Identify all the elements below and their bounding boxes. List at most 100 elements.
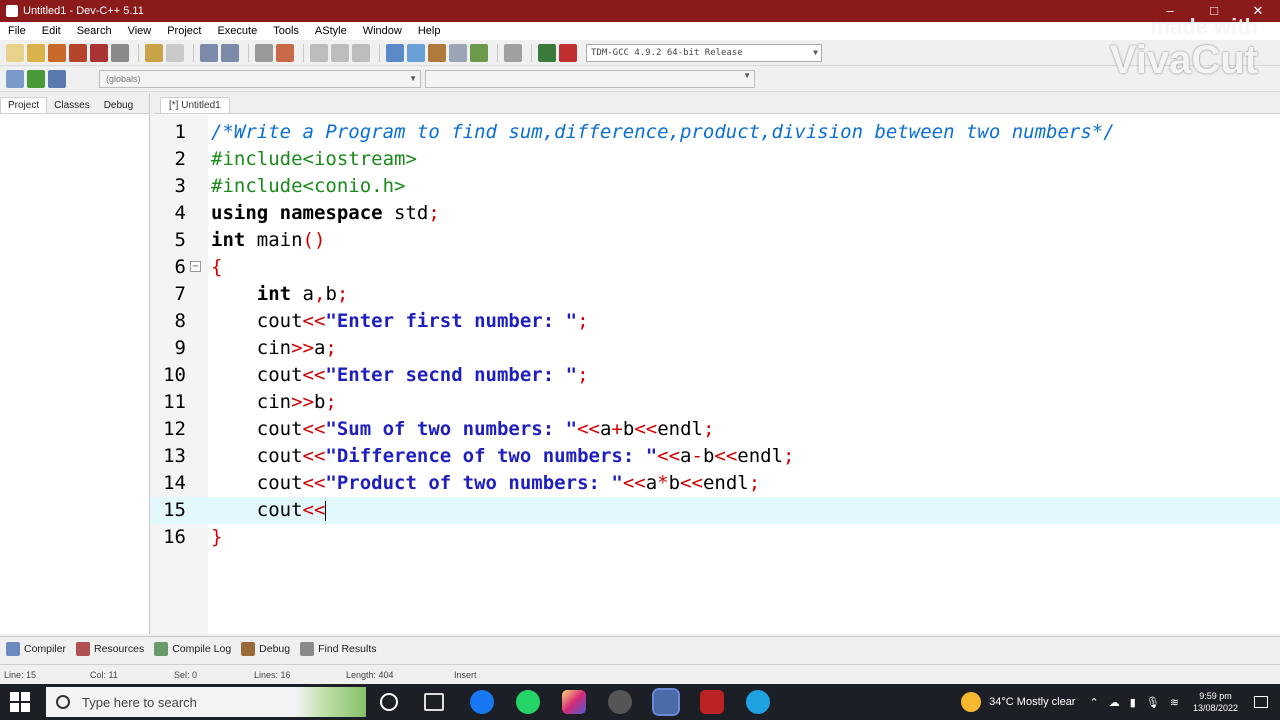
debug-icon[interactable] xyxy=(559,43,577,62)
compile-icon[interactable] xyxy=(386,43,404,62)
back-icon[interactable] xyxy=(310,43,328,62)
code-token: cout xyxy=(211,364,303,386)
save-all-icon[interactable] xyxy=(69,43,87,62)
code-line[interactable]: 12 cout<<"Sum of two numbers: "<<a+b<<en… xyxy=(150,416,1280,443)
indent-icon[interactable] xyxy=(255,43,273,62)
toolbar-separator xyxy=(138,43,139,62)
weather-icon[interactable] xyxy=(961,692,982,712)
tab-debug[interactable]: Debug xyxy=(97,98,140,113)
menu-window[interactable]: Window xyxy=(355,25,410,37)
find-icon[interactable] xyxy=(200,43,218,62)
insert-icon[interactable] xyxy=(6,69,24,88)
bookmark-icon[interactable] xyxy=(352,43,370,62)
compile-run-icon[interactable] xyxy=(428,43,446,62)
code-token: { xyxy=(211,256,223,278)
code-line[interactable]: 13 cout<<"Difference of two numbers: "<<… xyxy=(150,443,1280,470)
devcpp-taskbar-icon[interactable] xyxy=(652,688,680,716)
stop-icon[interactable] xyxy=(504,43,522,62)
tab-compile-log[interactable]: Compile Log xyxy=(154,641,231,656)
code-line[interactable]: 15 cout<< xyxy=(150,497,1280,524)
menu-file[interactable]: File xyxy=(0,25,34,37)
code-line[interactable]: 14 cout<<"Product of two numbers: "<<a*b… xyxy=(150,470,1280,497)
code-line[interactable]: 8 cout<<"Enter first number: "; xyxy=(150,308,1280,335)
tab-classes[interactable]: Classes xyxy=(47,98,97,113)
code-line[interactable]: 7 int a,b; xyxy=(150,281,1280,308)
tab-project[interactable]: Project xyxy=(0,97,48,113)
project-panel-tabs: Project Classes Debug xyxy=(0,94,149,114)
goto-icon[interactable] xyxy=(48,69,66,88)
status-sel: Sel: 0 xyxy=(174,669,198,680)
code-line[interactable]: 6−{ xyxy=(150,254,1280,281)
code-text: cout<<"Enter secnd number: "; xyxy=(211,362,589,389)
compiler-select[interactable]: TDM-GCC 4.9.2 64-bit Release ▼ xyxy=(586,43,822,62)
cortana-icon[interactable] xyxy=(380,693,398,711)
code-line[interactable]: 2 #include<iostream> xyxy=(150,146,1280,173)
wifi-icon[interactable]: ≋ xyxy=(1170,696,1179,709)
code-token: a xyxy=(291,283,314,305)
code-token: /*Write a Program to find sum,difference… xyxy=(211,121,1115,143)
function-select[interactable]: ▼ xyxy=(425,69,755,88)
undo-icon[interactable] xyxy=(145,43,163,62)
code-line[interactable]: 5 int main() xyxy=(150,227,1280,254)
check-icon[interactable] xyxy=(470,43,488,62)
rebuild-icon[interactable] xyxy=(449,43,467,62)
browser-icon[interactable] xyxy=(608,690,632,714)
code-line[interactable]: 10 cout<<"Enter secnd number: "; xyxy=(150,362,1280,389)
chevron-up-icon[interactable]: ⌃ xyxy=(1089,696,1098,709)
code-text: cout<<"Difference of two numbers: "<<a-b… xyxy=(211,443,795,470)
edge-icon[interactable] xyxy=(746,690,770,714)
menu-execute[interactable]: Execute xyxy=(209,25,265,37)
code-token: main xyxy=(245,229,303,251)
main-toolbar: TDM-GCC 4.9.2 64-bit Release ▼ xyxy=(0,40,1280,66)
tab-find-results[interactable]: Find Results xyxy=(300,641,376,656)
chevron-down-icon: ▼ xyxy=(743,70,751,80)
microphone-icon[interactable]: 🎙 xyxy=(1146,696,1160,709)
forward-icon[interactable] xyxy=(331,43,349,62)
instagram-icon[interactable] xyxy=(562,690,586,714)
code-token: endl xyxy=(657,418,703,440)
code-token: #include<conio.h> xyxy=(211,175,406,197)
pdf-reader-icon[interactable] xyxy=(700,690,724,714)
taskbar-clock[interactable]: 9:59 pm 13/08/2022 xyxy=(1193,690,1238,714)
menu-project[interactable]: Project xyxy=(159,25,209,37)
taskbar-search[interactable]: Type here to search xyxy=(46,687,366,717)
code-line[interactable]: 9 cin>>a; xyxy=(150,335,1280,362)
notification-icon[interactable] xyxy=(1254,696,1268,708)
menu-help[interactable]: Help xyxy=(410,25,449,37)
profile-chart-icon[interactable] xyxy=(538,43,556,62)
menu-astyle[interactable]: AStyle xyxy=(307,25,355,37)
code-line[interactable]: 3 #include<conio.h> xyxy=(150,173,1280,200)
save-icon[interactable] xyxy=(48,43,66,62)
menu-view[interactable]: View xyxy=(120,25,160,37)
facebook-icon[interactable] xyxy=(470,690,494,714)
battery-icon[interactable]: ▮ xyxy=(1130,696,1136,709)
unindent-icon[interactable] xyxy=(276,43,294,62)
tab-debug-output[interactable]: Debug xyxy=(241,641,290,656)
tab-untitled1[interactable]: [*] Untitled1 xyxy=(160,97,230,113)
open-icon[interactable] xyxy=(27,43,45,62)
replace-icon[interactable] xyxy=(221,43,239,62)
scope-select[interactable]: (globals) ▼ xyxy=(99,69,421,88)
code-line[interactable]: 16} xyxy=(150,524,1280,551)
code-line[interactable]: 4 using namespace std; xyxy=(150,200,1280,227)
close-file-icon[interactable] xyxy=(90,43,108,62)
code-editor[interactable]: 1 /*Write a Program to find sum,differenc… xyxy=(150,114,1280,634)
fold-toggle-icon[interactable]: − xyxy=(190,261,201,272)
status-lines: Lines: 16 xyxy=(254,669,291,680)
tab-compiler[interactable]: Compiler xyxy=(6,641,66,656)
code-line[interactable]: 11 cin>>b; xyxy=(150,389,1280,416)
redo-icon[interactable] xyxy=(166,43,184,62)
menu-tools[interactable]: Tools xyxy=(265,25,307,37)
menu-edit[interactable]: Edit xyxy=(34,25,69,37)
new-file-icon[interactable] xyxy=(6,43,24,62)
run-icon[interactable] xyxy=(407,43,425,62)
print-icon[interactable] xyxy=(111,43,129,62)
tab-resources[interactable]: Resources xyxy=(76,641,144,656)
windows-start-icon[interactable] xyxy=(10,692,30,712)
code-line[interactable]: 1 /*Write a Program to find sum,differenc… xyxy=(150,119,1280,146)
toggle-icon[interactable] xyxy=(27,69,45,88)
cloud-icon[interactable]: ☁ xyxy=(1109,696,1120,709)
whatsapp-icon[interactable] xyxy=(516,690,540,714)
task-view-icon[interactable] xyxy=(424,693,444,711)
menu-search[interactable]: Search xyxy=(69,25,120,37)
